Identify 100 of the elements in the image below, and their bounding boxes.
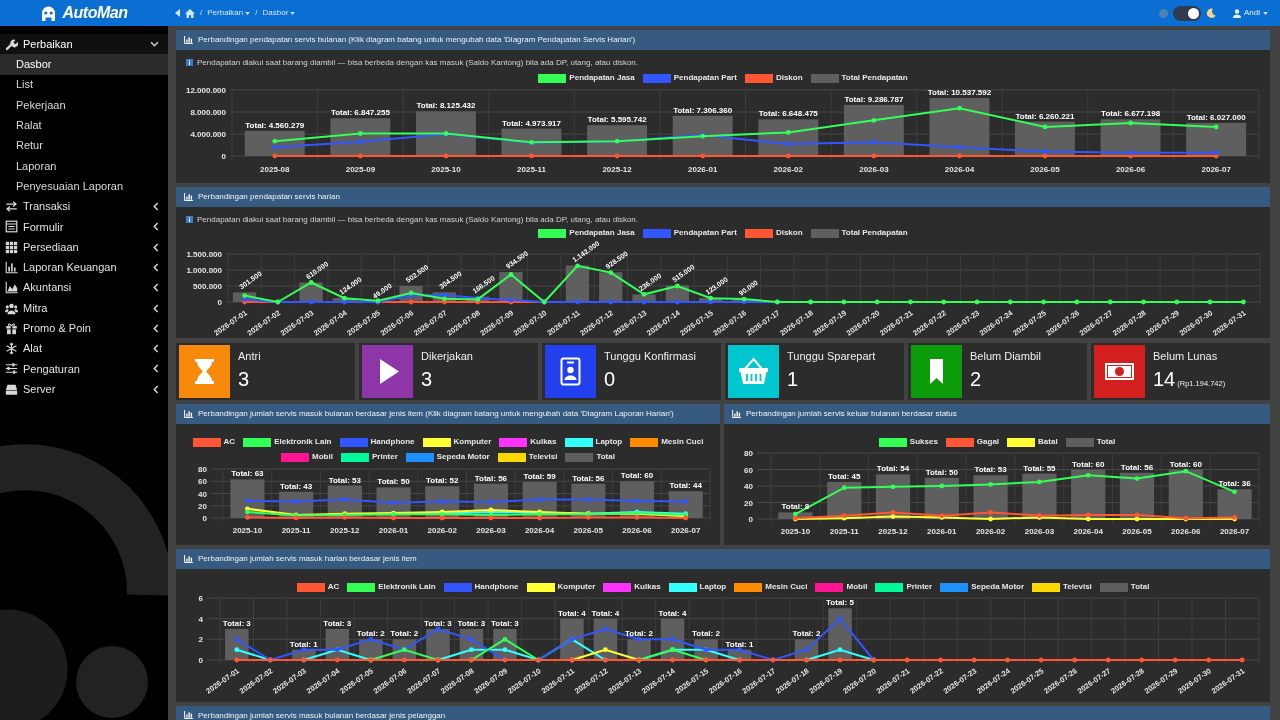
- sidebar-item[interactable]: Transaksi: [0, 196, 168, 217]
- chart-icon: [184, 555, 193, 563]
- sidebar-item[interactable]: Promo & Poin: [0, 318, 168, 339]
- bar[interactable]: [843, 104, 904, 156]
- bar-value-label: Total: 4: [591, 608, 620, 618]
- bar-value-label: Total: 56: [474, 473, 508, 483]
- app-logo-text: AutoMan: [62, 5, 128, 21]
- bar[interactable]: [632, 294, 656, 302]
- x-axis-label: 2025-11: [829, 527, 859, 536]
- x-axis-label: 2026-07: [1201, 165, 1231, 174]
- x-axis-label: 2026-01: [927, 527, 957, 536]
- sidebar-subitem[interactable]: Pekerjaan: [0, 94, 168, 116]
- y-axis-label: 0: [217, 298, 222, 307]
- sidebar-subitem[interactable]: Penyesuaian Laporan: [0, 176, 168, 197]
- bar-value-label: Total: 3: [490, 619, 519, 628]
- bar-value-label: Total: 8: [781, 502, 810, 512]
- bar-value-label: Total: 52: [426, 476, 459, 486]
- x-axis-label: 2026-01: [378, 526, 409, 535]
- sidebar-subitem[interactable]: Retur: [0, 135, 168, 156]
- legend-label: Total Pendapatan: [841, 73, 908, 83]
- user-menu[interactable]: Andi: [1233, 7, 1268, 19]
- panel-title: Perbandingan pendapatan servis bulanan (Klik diagram batang untuk mengubah data 'Diagram Pendapatan Servis Harian'): [198, 35, 636, 45]
- caret-down-icon: [1263, 11, 1268, 15]
- bar-value-label: Total: 59: [523, 471, 556, 481]
- x-axis-label: 2026-07: [671, 526, 701, 535]
- panel-title: Perbandingan jumlah servis masuk harian berdasar jenis item: [198, 554, 417, 564]
- sidebar-subitem[interactable]: Laporan: [0, 155, 168, 177]
- y-axis-label: 80: [198, 465, 207, 474]
- bar[interactable]: [501, 128, 562, 156]
- y-axis-label: 8.000.000: [190, 108, 226, 117]
- y-axis-label: 20: [198, 501, 207, 511]
- status-count: 3: [421, 367, 433, 391]
- bar[interactable]: [1217, 489, 1252, 519]
- bar-value-label: Total: 60: [620, 471, 654, 481]
- bar-value-label: Total: 56: [572, 473, 605, 483]
- sliders-icon: [5, 362, 18, 376]
- x-axis-label: 2025-12: [602, 165, 632, 174]
- legend-label: AC: [223, 437, 236, 447]
- caret-left-icon[interactable]: [175, 9, 180, 17]
- status-count: 0: [604, 367, 616, 391]
- bar-value-label: Total: 2: [792, 629, 821, 639]
- bar-value-label: Total: 43: [279, 481, 313, 491]
- theme-toggle[interactable]: [1173, 5, 1201, 21]
- sidebar-subitem[interactable]: List: [0, 74, 168, 95]
- sidebar-subitem[interactable]: Dasbor: [0, 54, 168, 75]
- bar-value-label: Total: 3: [323, 619, 352, 628]
- x-axis-label: 2025-08: [260, 165, 290, 174]
- bar-value-label: Total: 8.125.432: [416, 101, 476, 111]
- legend-label: Mobil: [846, 582, 868, 592]
- legend-label: Pendapatan Part: [673, 228, 737, 238]
- sidebar-item[interactable]: Alat: [0, 338, 168, 359]
- breadcrumb-link[interactable]: Dasbor: [262, 7, 296, 19]
- gift-icon: [5, 321, 18, 335]
- status-count: 1: [787, 367, 799, 391]
- legend-label: Printer: [371, 452, 398, 462]
- form-icon: [5, 220, 18, 234]
- chart-icon: [184, 410, 193, 418]
- status-label: Belum Diambil: [970, 350, 1041, 363]
- wrench-icon: [5, 37, 18, 51]
- caret-down-icon: [245, 11, 251, 15]
- x-axis-label: 2026-06: [1171, 527, 1201, 536]
- panel-title: Perbandingan pendapatan servis harian: [198, 192, 340, 202]
- legend-label: Mobil: [312, 452, 333, 462]
- bar-value-label: Total: 50: [925, 467, 958, 477]
- bar[interactable]: [244, 130, 305, 156]
- bar[interactable]: [1186, 122, 1247, 156]
- y-axis-label: 40: [198, 489, 207, 499]
- bar-value-label: Total: 10.537.592: [927, 88, 992, 97]
- sidebar-item[interactable]: Perbaikan: [0, 34, 168, 55]
- breadcrumb-link[interactable]: Perbaikan: [207, 7, 251, 19]
- y-axis-label: 500.000: [193, 282, 222, 291]
- sidebar-item[interactable]: Pengaturan: [0, 358, 168, 380]
- bar[interactable]: [929, 98, 990, 156]
- legend-label: Laptop: [699, 582, 727, 592]
- sidebar-item[interactable]: Laporan Keuangan: [0, 257, 168, 278]
- sidebar-item[interactable]: Formulir: [0, 216, 168, 237]
- sidebar-item[interactable]: Server: [0, 379, 168, 400]
- logo-icon: [40, 5, 56, 21]
- home-icon[interactable]: [185, 8, 195, 18]
- users-icon: [5, 301, 18, 315]
- bar-value-label: Total: 6.648.475: [758, 109, 818, 119]
- sidebar-item[interactable]: Mitra: [0, 297, 168, 319]
- sidebar-item[interactable]: Akuntansi: [0, 277, 168, 298]
- sidebar-item[interactable]: Persediaan: [0, 236, 168, 258]
- bar-value-label: Total: 9.286.787: [844, 94, 904, 104]
- x-axis-label: 2026-04: [1073, 527, 1103, 536]
- info-note: Pendapatan diakui saat barang diambil — bisa berbeda dengan kas masuk (Saldo Kantong) bila ada DP, utang, atau diskon.: [197, 213, 639, 226]
- caret-down-icon: [290, 11, 296, 15]
- bar[interactable]: [599, 272, 623, 302]
- y-axis-label: 4.000.000: [190, 130, 226, 139]
- bar-value-label: Total: 4: [557, 608, 586, 618]
- x-axis-label: 2026-06: [1115, 165, 1146, 174]
- legend-label: Elektronik Lain: [378, 582, 436, 592]
- bar-value-label: Total: 6.027.000: [1186, 112, 1246, 122]
- sidebar-subitem[interactable]: Ralat: [0, 115, 168, 136]
- bar-value-label: Total: 6.677.198: [1101, 109, 1161, 119]
- status-label: Dikerjakan: [421, 350, 473, 363]
- bar-value-label: Total: 2: [692, 629, 720, 639]
- y-axis-label: 0: [221, 152, 226, 161]
- panel-title: Perbandingan jumlah servis masuk bulanan berdasar jenis pelanggan: [198, 711, 446, 720]
